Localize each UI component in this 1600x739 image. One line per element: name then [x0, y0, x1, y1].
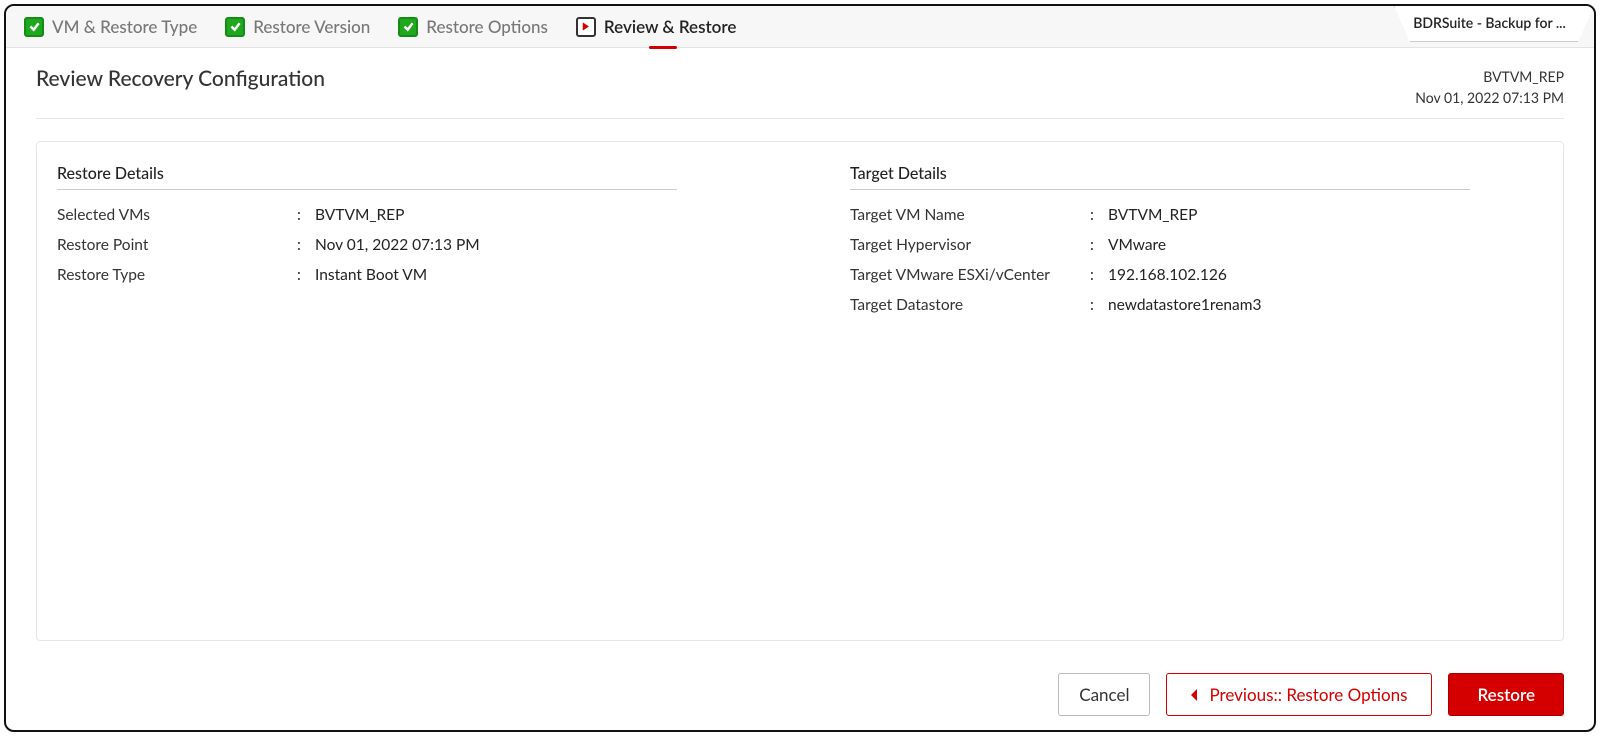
restore-detail-row: Selected VMs:BVTVM_REP	[57, 206, 677, 224]
kv-separator: :	[297, 266, 315, 284]
target-detail-value: VMware	[1108, 236, 1470, 254]
target-detail-row: Target VMware ESXi/vCenter:192.168.102.1…	[850, 266, 1470, 284]
step-label: Restore Options	[426, 16, 548, 37]
wizard-step-bar: VM & Restore Type Restore Version Restor…	[6, 6, 1594, 48]
review-panel: Restore Details Selected VMs:BVTVM_REPRe…	[36, 141, 1564, 641]
target-detail-value: BVTVM_REP	[1108, 206, 1470, 224]
play-icon	[576, 17, 596, 37]
kv-separator: :	[297, 236, 315, 254]
target-details-heading: Target Details	[850, 164, 1470, 190]
target-detail-value: newdatastore1renam3	[1108, 296, 1470, 314]
kv-separator: :	[1090, 266, 1108, 284]
restore-details-heading: Restore Details	[57, 164, 677, 190]
meta-vm-name: BVTVM_REP	[1415, 66, 1564, 87]
restore-details-column: Restore Details Selected VMs:BVTVM_REPRe…	[57, 164, 750, 618]
kv-separator: :	[1090, 206, 1108, 224]
cancel-button-label: Cancel	[1079, 684, 1129, 705]
restore-detail-key: Restore Point	[57, 236, 297, 254]
target-detail-key: Target VMware ESXi/vCenter	[850, 266, 1090, 284]
previous-button-label: Previous:: Restore Options	[1209, 684, 1407, 705]
previous-button[interactable]: Previous:: Restore Options	[1166, 673, 1432, 716]
restore-detail-row: Restore Type:Instant Boot VM	[57, 266, 677, 284]
target-detail-row: Target Hypervisor:VMware	[850, 236, 1470, 254]
check-icon	[225, 17, 245, 37]
restore-detail-row: Restore Point:Nov 01, 2022 07:13 PM	[57, 236, 677, 254]
page-title: Review Recovery Configuration	[36, 66, 325, 91]
target-details-column: Target Details Target VM Name:BVTVM_REPT…	[850, 164, 1543, 618]
restore-button-label: Restore	[1477, 684, 1535, 705]
target-detail-key: Target Datastore	[850, 296, 1090, 314]
target-detail-key: Target Hypervisor	[850, 236, 1090, 254]
cancel-button[interactable]: Cancel	[1058, 673, 1150, 716]
check-icon	[24, 17, 44, 37]
step-vm-restore-type[interactable]: VM & Restore Type	[24, 16, 197, 37]
kv-separator: :	[297, 206, 315, 224]
chevron-left-icon	[1191, 689, 1199, 701]
restore-detail-value: Nov 01, 2022 07:13 PM	[315, 236, 677, 254]
target-detail-row: Target VM Name:BVTVM_REP	[850, 206, 1470, 224]
target-detail-row: Target Datastore:newdatastore1renam3	[850, 296, 1470, 314]
restore-button[interactable]: Restore	[1448, 673, 1564, 716]
restore-detail-key: Selected VMs	[57, 206, 297, 224]
kv-separator: :	[1090, 296, 1108, 314]
meta-timestamp: Nov 01, 2022 07:13 PM	[1415, 87, 1564, 108]
step-restore-version[interactable]: Restore Version	[225, 16, 370, 37]
wizard-footer: Cancel Previous:: Restore Options Restor…	[6, 651, 1594, 730]
step-label: VM & Restore Type	[52, 16, 197, 37]
step-restore-options[interactable]: Restore Options	[398, 16, 548, 37]
kv-separator: :	[1090, 236, 1108, 254]
step-label: Review & Restore	[604, 16, 736, 37]
step-label: Restore Version	[253, 16, 370, 37]
target-detail-key: Target VM Name	[850, 206, 1090, 224]
app-tab-label: BDRSuite - Backup for ...	[1413, 14, 1566, 31]
check-icon	[398, 17, 418, 37]
step-review-restore[interactable]: Review & Restore	[576, 16, 736, 37]
app-tab[interactable]: BDRSuite - Backup for ...	[1394, 6, 1594, 42]
restore-detail-value: Instant Boot VM	[315, 266, 677, 284]
target-detail-value: 192.168.102.126	[1108, 266, 1470, 284]
restore-detail-value: BVTVM_REP	[315, 206, 677, 224]
restore-detail-key: Restore Type	[57, 266, 297, 284]
page-meta: BVTVM_REP Nov 01, 2022 07:13 PM	[1415, 66, 1564, 108]
